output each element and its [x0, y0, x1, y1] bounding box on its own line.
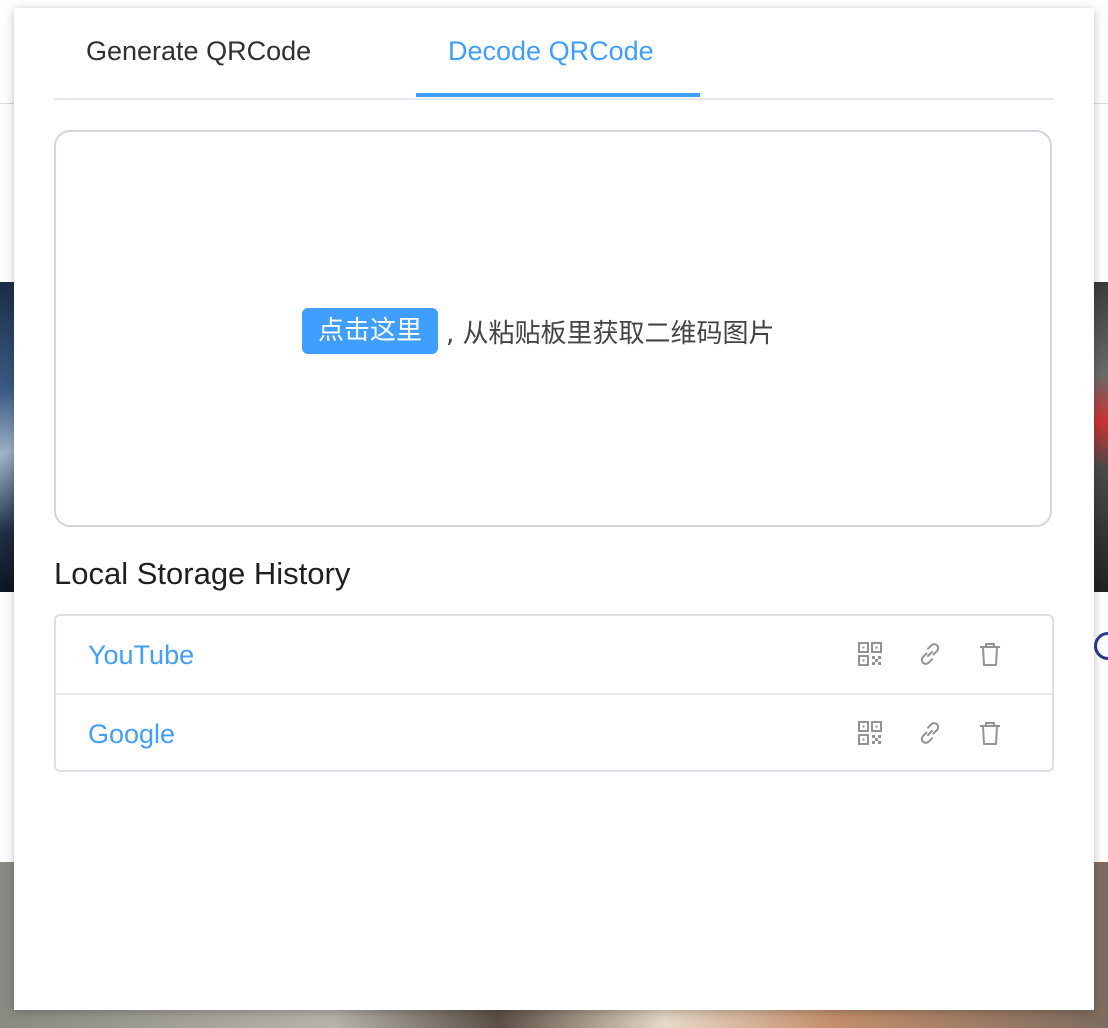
- background-thumbnail-right: [1094, 282, 1108, 592]
- trash-icon[interactable]: [976, 719, 1004, 747]
- history-row: Google: [56, 695, 1052, 772]
- qrcode-extension-popup: Generate QRCode Decode QRCode 点击这里 , 从粘贴…: [14, 8, 1094, 1010]
- tab-decode-qrcode[interactable]: Decode QRCode: [448, 36, 654, 67]
- link-icon[interactable]: [916, 719, 944, 747]
- background-thumbnail-left: [0, 282, 14, 592]
- decode-drop-zone[interactable]: 点击这里 , 从粘贴板里获取二维码图片: [54, 130, 1052, 527]
- paste-hint-text: , 从粘贴板里获取二维码图片: [446, 318, 775, 349]
- qrcode-icon[interactable]: [856, 719, 884, 747]
- paste-from-clipboard-button[interactable]: 点击这里: [302, 308, 439, 354]
- paste-prompt: 点击这里 , 从粘贴板里获取二维码图片: [302, 308, 775, 354]
- history-heading: Local Storage History: [54, 556, 351, 591]
- tab-bar: Generate QRCode Decode QRCode: [54, 8, 1054, 100]
- active-tab-indicator: [416, 93, 700, 97]
- qrcode-icon[interactable]: [856, 640, 884, 668]
- history-item-link[interactable]: YouTube: [88, 640, 194, 671]
- tab-generate-qrcode[interactable]: Generate QRCode: [86, 36, 311, 67]
- history-item-link[interactable]: Google: [88, 719, 175, 750]
- link-icon[interactable]: [916, 640, 944, 668]
- trash-icon[interactable]: [976, 640, 1004, 668]
- history-list: YouTube Google: [54, 614, 1054, 772]
- history-row: YouTube: [56, 616, 1052, 695]
